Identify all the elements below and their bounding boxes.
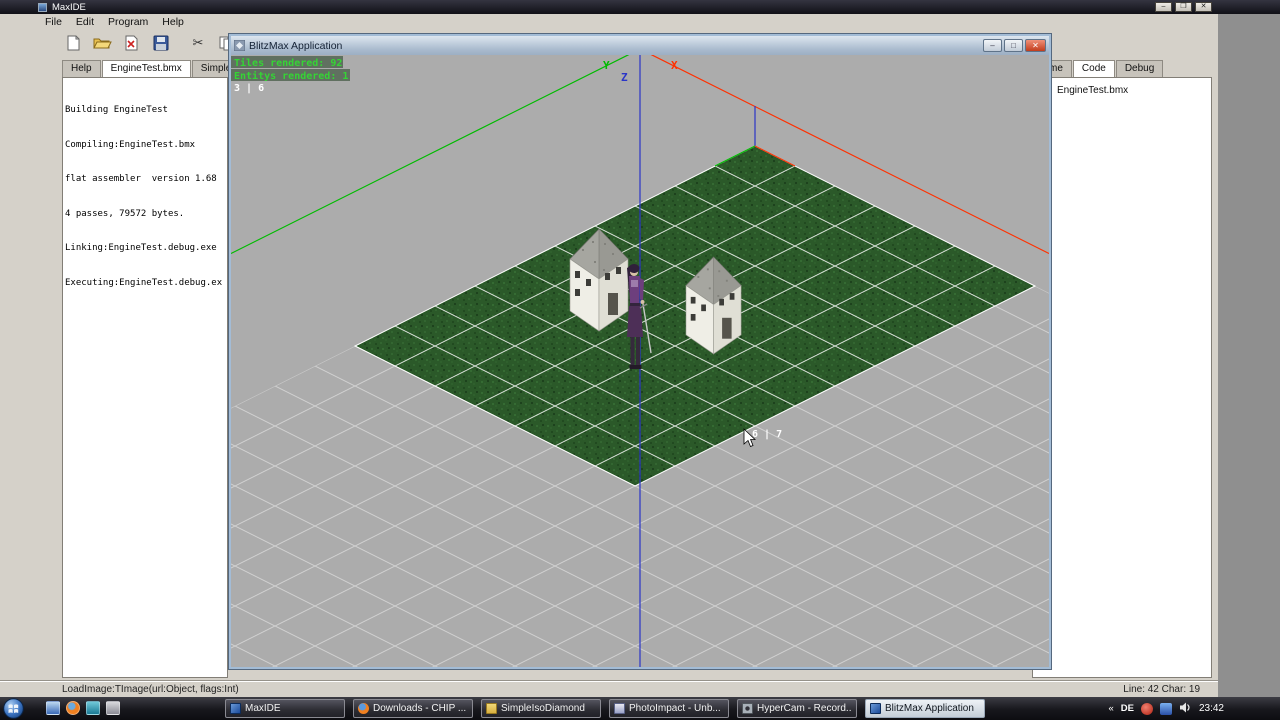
blitzmax-client-area[interactable]: Y X Z Tiles rendered: 92 Entitys rendere…: [231, 55, 1049, 667]
open-folder-icon[interactable]: [91, 33, 115, 54]
taskbar-button-maxide[interactable]: MaxIDE: [225, 699, 345, 718]
output-line: flat assembler version 1.68: [65, 174, 217, 184]
tray-icon-blue[interactable]: [1159, 702, 1172, 715]
menu-edit[interactable]: Edit: [69, 15, 101, 29]
tab-enginetest[interactable]: EngineTest.bmx: [101, 60, 191, 77]
file-item[interactable]: EngineTest.bmx: [1033, 78, 1211, 96]
quick-launch-icon-1[interactable]: [46, 701, 60, 715]
status-message: LoadImage:TImage(url:Object, flags:Int): [62, 683, 239, 695]
minimize-button[interactable]: –: [983, 39, 1002, 52]
menu-bar: File Edit Program Help: [0, 14, 1218, 29]
tab-code[interactable]: Code: [1072, 60, 1115, 77]
taskbar-button-downloads[interactable]: Downloads - CHIP ...: [353, 699, 473, 718]
taskbar: MaxIDE Downloads - CHIP ... SimpleIsoDia…: [0, 697, 1280, 720]
taskbar-button-simpleisodiamond[interactable]: SimpleIsoDiamond: [481, 699, 601, 718]
maxide-app-icon: [38, 2, 47, 12]
new-file-icon[interactable]: [62, 33, 86, 54]
blitzmax-window: BlitzMax Application – □ ✕ Y X Z Tiles r…: [228, 33, 1052, 670]
y-axis-label: Y: [603, 59, 610, 72]
taskbar-button-label: Downloads - CHIP ...: [373, 703, 467, 714]
output-line: Compiling:EngineTest.bmx: [65, 139, 196, 150]
save-icon[interactable]: [149, 33, 173, 54]
close-file-icon[interactable]: [120, 33, 144, 54]
output-line: Linking:EngineTest.debug.exe: [65, 243, 217, 253]
folder-icon: [486, 703, 497, 714]
maxide-title: MaxIDE: [52, 1, 86, 13]
isometric-scene: Y X Z Tiles rendered: 92 Entitys rendere…: [231, 55, 1049, 667]
cut-icon[interactable]: ✂: [186, 33, 210, 54]
taskbar-button-label: BlitzMax Application: [885, 703, 974, 714]
menu-help[interactable]: Help: [155, 15, 191, 29]
right-tab-row: me Code Debug: [1040, 60, 1164, 77]
maxide-window-controls: – ❐ ✕: [1155, 2, 1212, 12]
taskbar-button-blitzmax[interactable]: BlitzMax Application: [865, 699, 985, 718]
menu-file[interactable]: File: [38, 15, 69, 29]
close-button[interactable]: ✕: [1195, 2, 1212, 12]
taskbar-button-label: PhotoImpact - Unb...: [629, 703, 721, 714]
hypercam-icon: [742, 703, 753, 714]
system-tray: « DE 23:42: [1108, 697, 1224, 720]
output-line: Executing:EngineTest.debug.ex: [65, 277, 223, 288]
firefox-icon: [358, 703, 369, 714]
taskbar-button-hypercam[interactable]: HyperCam - Record...: [737, 699, 857, 718]
left-tab-row: Help EngineTest.bmx SimpleIso: [62, 60, 255, 77]
quick-launch-bar: [46, 701, 120, 715]
start-button[interactable]: [3, 698, 24, 719]
desktop: MaxIDE – ❐ ✕ File Edit Program Help ✂ He…: [0, 0, 1280, 720]
taskbar-button-label: MaxIDE: [245, 703, 281, 714]
maxide-icon: [230, 703, 241, 714]
hud-entities-rendered: Entitys rendered: 1: [234, 70, 348, 82]
tab-debug[interactable]: Debug: [1115, 60, 1164, 77]
quick-launch-icon-2[interactable]: [66, 701, 80, 715]
taskbar-button-photoimpact[interactable]: PhotoImpact - Unb...: [609, 699, 729, 718]
quick-launch-icon-4[interactable]: [106, 701, 120, 715]
output-line: 4 passes, 79572 bytes.: [65, 208, 185, 219]
blitzmax-title: BlitzMax Application: [249, 39, 343, 52]
taskbar-button-label: HyperCam - Record...: [757, 703, 852, 714]
tray-icon-red[interactable]: [1140, 702, 1153, 715]
minimize-button[interactable]: –: [1155, 2, 1172, 12]
output-line: Building EngineTest: [65, 105, 168, 115]
x-axis-label: X: [671, 59, 678, 72]
blitzmax-app-icon: [234, 40, 245, 51]
blitzmax-window-controls: – □ ✕: [983, 39, 1046, 52]
restore-button[interactable]: ❐: [1175, 2, 1192, 12]
hud-cursor-coordinate: 6 | 7: [752, 429, 782, 440]
cursor-position: Line: 42 Char: 19: [1123, 683, 1200, 695]
taskbar-button-label: SimpleIsoDiamond: [501, 703, 585, 714]
clock[interactable]: 23:42: [1199, 703, 1224, 714]
menu-program[interactable]: Program: [101, 15, 155, 29]
blitzmax-titlebar[interactable]: BlitzMax Application – □ ✕: [231, 36, 1049, 55]
tray-collapse-arrow[interactable]: «: [1108, 703, 1113, 714]
tab-help[interactable]: Help: [62, 60, 101, 77]
language-indicator[interactable]: DE: [1121, 703, 1134, 714]
build-output-panel[interactable]: Building EngineTest Compiling:EngineTest…: [62, 77, 228, 678]
volume-icon[interactable]: [1179, 701, 1192, 717]
close-button[interactable]: ✕: [1025, 39, 1046, 52]
maxide-titlebar[interactable]: MaxIDE – ❐ ✕: [0, 0, 1280, 14]
code-tree-panel[interactable]: EngineTest.bmx: [1032, 77, 1212, 678]
blitzmax-icon: [870, 703, 881, 714]
maximize-button[interactable]: □: [1004, 39, 1023, 52]
hud-origin-coordinate: 3 | 6: [234, 83, 264, 94]
quick-launch-icon-3[interactable]: [86, 701, 100, 715]
photoimpact-icon: [614, 703, 625, 714]
status-bar: LoadImage:TImage(url:Object, flags:Int) …: [0, 680, 1218, 697]
z-axis-label: Z: [621, 71, 628, 84]
hud-tiles-rendered: Tiles rendered: 92: [234, 57, 342, 69]
